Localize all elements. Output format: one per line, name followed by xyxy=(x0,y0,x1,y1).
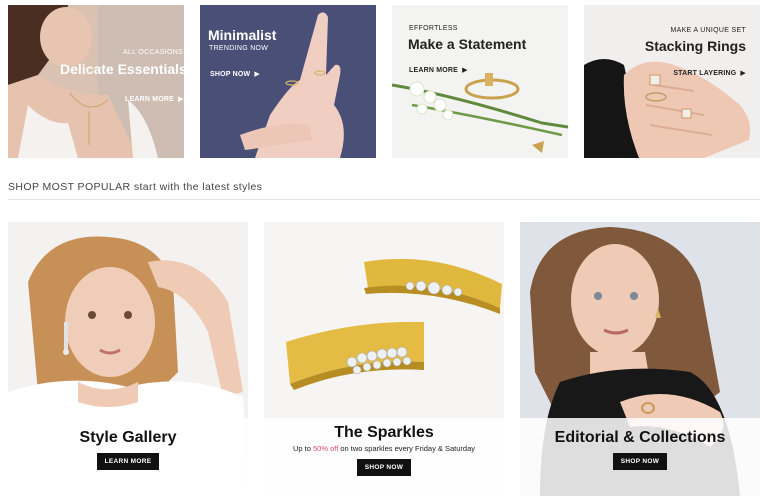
learn-more-link[interactable]: Learn more ▶ xyxy=(409,66,468,75)
divider xyxy=(8,199,760,200)
card-caption: Editorial & Collections Shop now xyxy=(520,418,760,496)
promo-delicate-essentials[interactable]: All occasions Delicate Essentials Learn … xyxy=(8,5,184,158)
card-title: The Sparkles xyxy=(334,424,434,441)
card-editorial-collections[interactable]: Editorial & Collections Shop now xyxy=(520,222,760,496)
card-the-sparkles[interactable]: The Sparkles Up to 50% off on two sparkl… xyxy=(264,222,504,496)
section-heading: SHOP MOST POPULAR start with the latest … xyxy=(8,181,263,193)
card-title: Style Gallery xyxy=(79,429,177,446)
promo-kicker: Make a unique set xyxy=(670,27,746,34)
promo-kicker: All occasions xyxy=(123,49,184,56)
cta-label: Learn more xyxy=(409,66,459,74)
card-caption: The Sparkles Up to 50% off on two sparkl… xyxy=(264,418,504,496)
promo-make-a-statement[interactable]: Effortless Make a Statement Learn more ▶ xyxy=(392,5,568,158)
cta-label: Shop now xyxy=(210,70,251,78)
play-arrow-icon: ▶ xyxy=(740,70,746,77)
card-title: Editorial & Collections xyxy=(554,429,726,446)
play-arrow-icon: ▶ xyxy=(178,96,184,103)
promo-title: Stacking Rings xyxy=(644,38,746,54)
shop-now-button[interactable]: Shop now xyxy=(612,453,668,470)
card-caption: Style Gallery Learn more xyxy=(8,418,248,496)
promo-kicker: Trending now xyxy=(209,45,269,52)
model-necklace-photo xyxy=(8,5,184,158)
promo-title: Minimalist xyxy=(208,27,277,43)
promo-stacking-rings[interactable]: Make a unique set Stacking Rings Start l… xyxy=(584,5,760,158)
discount-highlight: 50% off xyxy=(312,444,339,453)
play-arrow-icon: ▶ xyxy=(254,71,260,78)
shop-now-button[interactable]: Shop now xyxy=(356,459,412,476)
shop-now-link[interactable]: Shop now ▶ xyxy=(210,70,260,79)
learn-more-button[interactable]: Learn more xyxy=(96,453,160,470)
play-arrow-icon: ▶ xyxy=(462,67,468,74)
promo-title: Delicate Essentials xyxy=(60,61,184,77)
card-style-gallery[interactable]: Style Gallery Learn more xyxy=(8,222,248,496)
cta-label: Learn more xyxy=(125,95,175,103)
promo-kicker: Effortless xyxy=(409,25,458,32)
promo-subtext: Up to 50% off on two sparkles every Frid… xyxy=(292,444,476,453)
promo-minimalist[interactable]: Minimalist Trending now Shop now ▶ xyxy=(200,5,376,158)
cta-label: Start layering xyxy=(673,69,737,77)
learn-more-link[interactable]: Learn more ▶ xyxy=(125,95,184,104)
promo-title: Make a Statement xyxy=(408,36,527,52)
start-layering-link[interactable]: Start layering ▶ xyxy=(673,69,746,78)
